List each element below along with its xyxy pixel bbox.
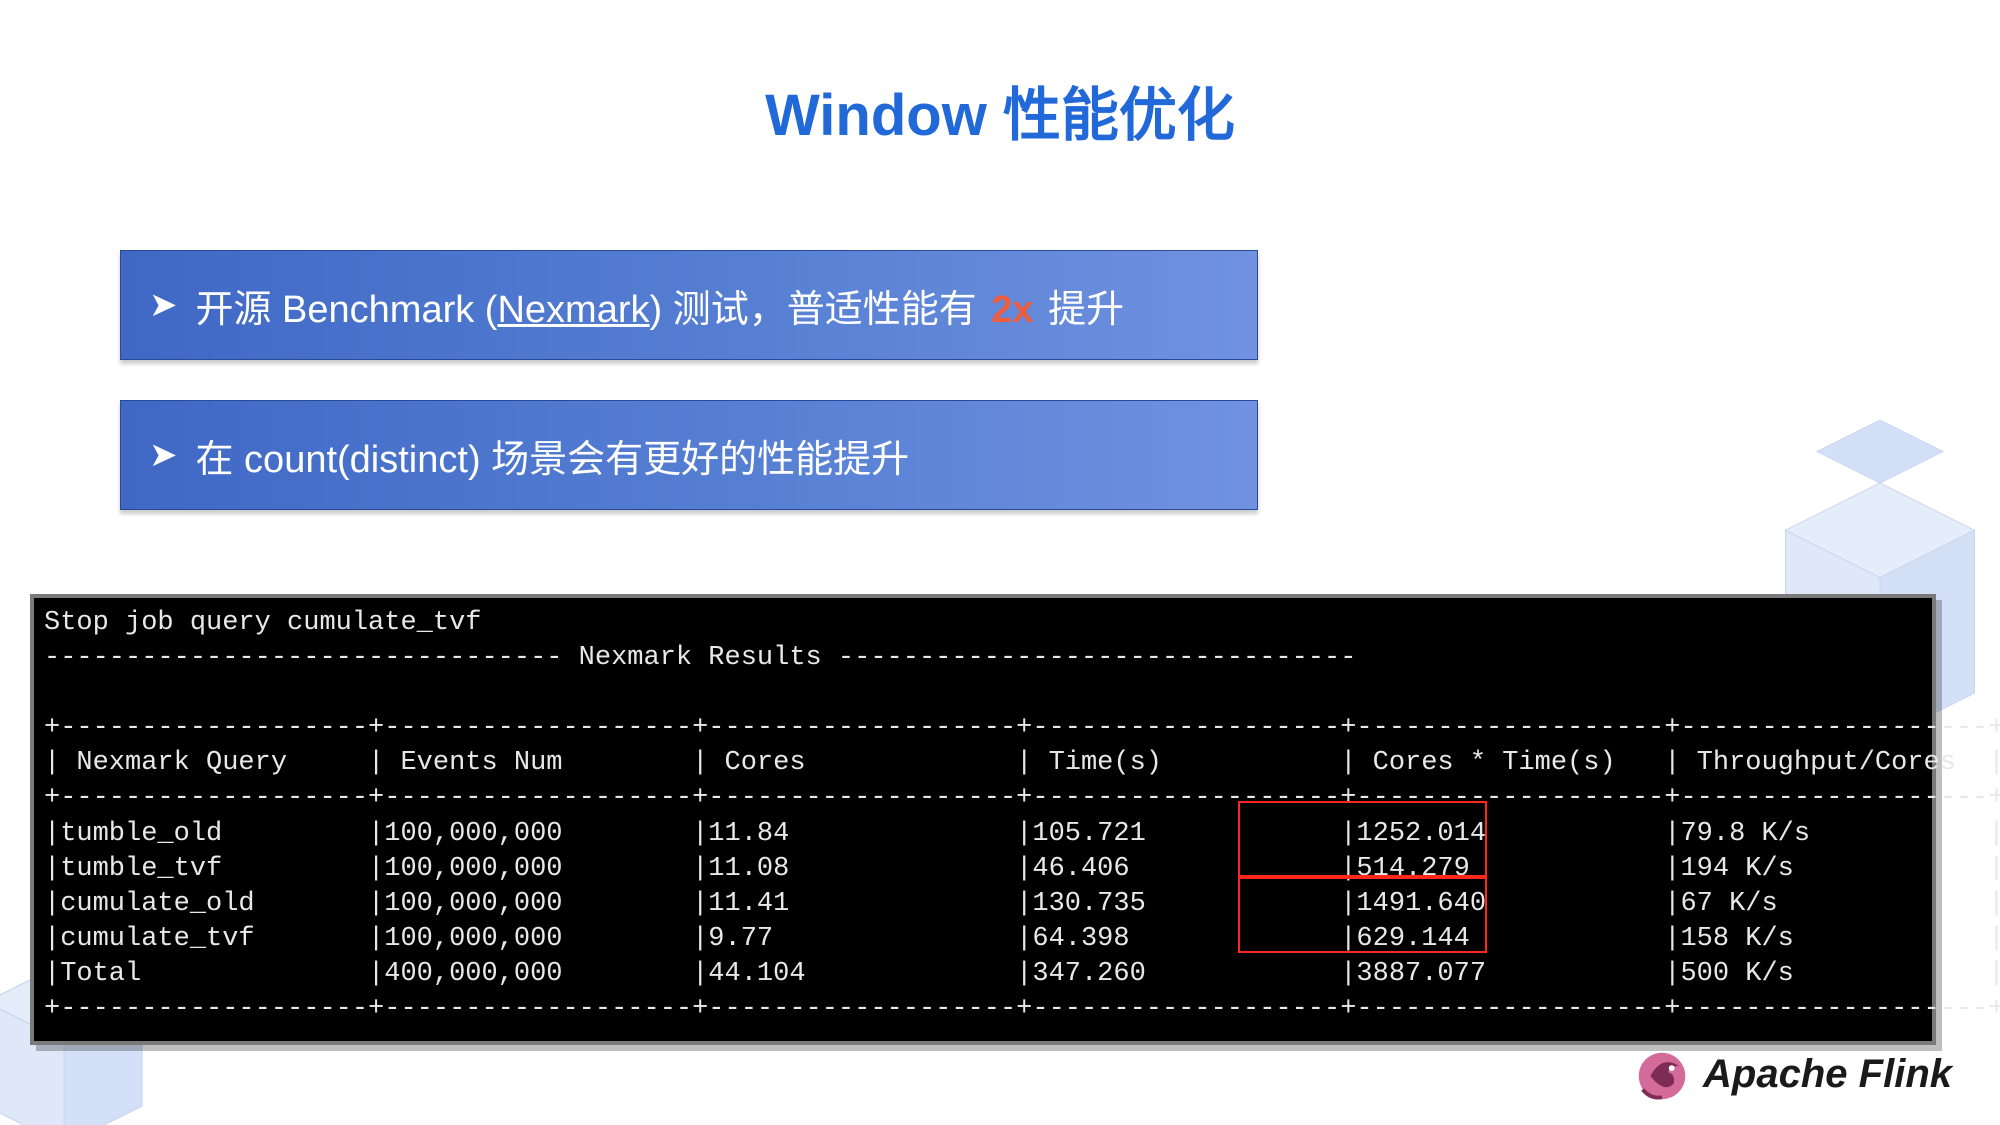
apache-flink-brand: Apache Flink xyxy=(1631,1043,1952,1105)
callout-pre: 开源 Benchmark ( xyxy=(196,289,498,331)
callout-text: 开源 Benchmark (Nexmark) 测试，普适性能有 2x 提升 xyxy=(196,278,1125,333)
bullet-arrow-icon: ➤ xyxy=(149,288,178,322)
nexmark-link[interactable]: Nexmark xyxy=(497,289,649,331)
callout-benchmark: ➤ 开源 Benchmark (Nexmark) 测试，普适性能有 2x 提升 xyxy=(120,250,1258,360)
flink-logo-icon xyxy=(1631,1043,1693,1105)
speedup-factor: 2x xyxy=(991,289,1033,331)
slide: Window 性能优化 ➤ 开源 Benchmark (Nexmark) 测试，… xyxy=(0,0,2000,1125)
slide-title: Window 性能优化 xyxy=(0,68,2000,152)
callout-post: 提升 xyxy=(1038,289,1125,331)
callout-count-distinct: ➤ 在 count(distinct) 场景会有更好的性能提升 xyxy=(120,400,1258,510)
callout-text: 在 count(distinct) 场景会有更好的性能提升 xyxy=(196,428,910,483)
brand-label: Apache Flink xyxy=(1703,1052,1952,1097)
terminal-text: Stop job query cumulate_tvf ------------… xyxy=(44,606,1922,1027)
callout-mid: ) 测试，普适性能有 xyxy=(650,289,988,331)
bullet-arrow-icon: ➤ xyxy=(149,438,178,472)
terminal-output: Stop job query cumulate_tvf ------------… xyxy=(30,594,1936,1045)
